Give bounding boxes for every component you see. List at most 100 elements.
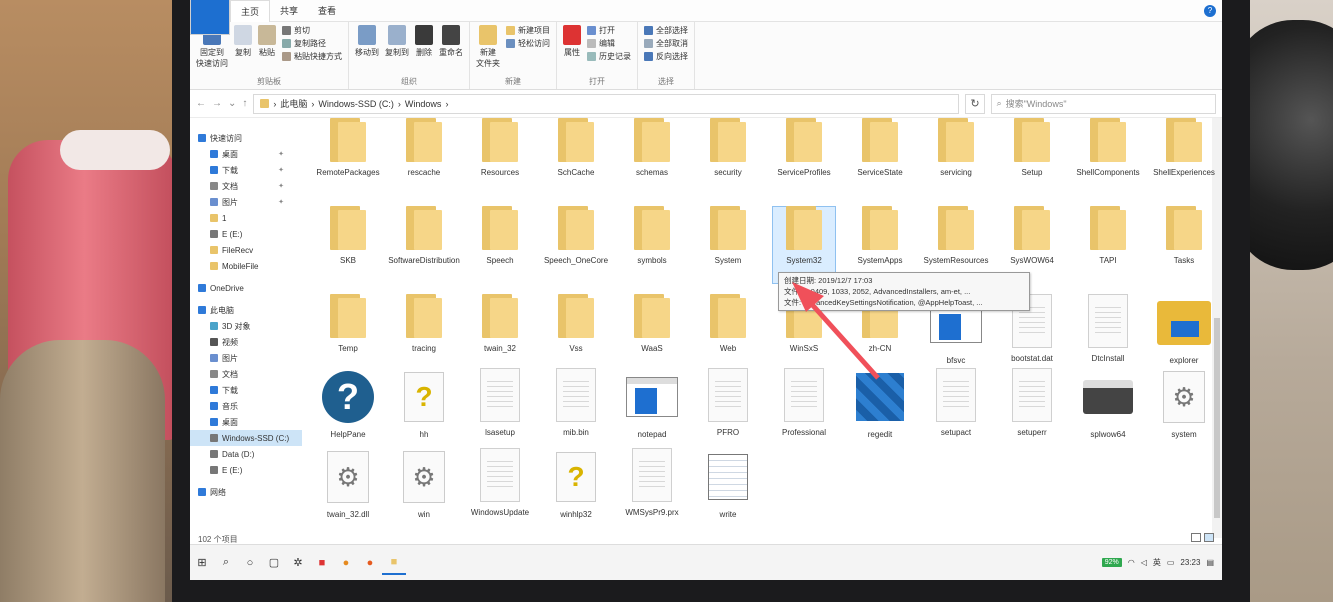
sidebar-item[interactable]: 1 [190, 210, 302, 226]
folder-item[interactable]: schemas [614, 118, 690, 178]
folder-item[interactable]: tracing [386, 294, 462, 354]
tab-view[interactable]: 查看 [308, 0, 346, 21]
notification-icon[interactable]: ▤ [1206, 558, 1214, 567]
sidebar-item[interactable]: Data (D:) [190, 446, 302, 462]
sidebar-item[interactable]: 文档 ✦ [190, 178, 302, 194]
folder-item[interactable]: Web [690, 294, 766, 354]
sidebar-item[interactable]: 图片 [190, 350, 302, 366]
folder-item[interactable]: SchCache [538, 118, 614, 178]
folder-item[interactable]: SystemApps [842, 206, 918, 266]
refresh-icon[interactable]: ↻ [965, 93, 985, 114]
file-item[interactable]: mib.bin [538, 368, 614, 438]
ime-indicator[interactable]: 英 [1153, 557, 1161, 568]
task-view-icon[interactable]: ○ [238, 551, 262, 575]
browser-icon[interactable]: ● [334, 551, 358, 575]
file-item[interactable]: regedit [842, 368, 918, 440]
folder-item[interactable]: Resources [462, 118, 538, 178]
folder-item[interactable]: ServiceState [842, 118, 918, 178]
file-item[interactable]: ? HelpPane [310, 368, 386, 440]
folder-item[interactable]: Vss [538, 294, 614, 354]
folder-item[interactable]: servicing [918, 118, 994, 178]
sidebar-item[interactable]: 文档 [190, 366, 302, 382]
settings-icon[interactable]: ✲ [286, 551, 310, 575]
copy-path-button[interactable]: 复制路径 [282, 38, 342, 49]
properties-button[interactable]: 属性 [563, 25, 581, 62]
folder-item[interactable]: Tasks [1146, 206, 1222, 266]
cut-button[interactable]: 剪切 [282, 25, 342, 36]
sidebar-item[interactable]: 桌面 [190, 414, 302, 430]
folder-item[interactable]: RemotePackages [310, 118, 386, 178]
open-button[interactable]: 打开 [587, 25, 631, 36]
copy-to-button[interactable]: 复制到 [385, 25, 409, 58]
folder-item[interactable]: WaaS [614, 294, 690, 354]
select-all-button[interactable]: 全部选择 [644, 25, 688, 36]
file-item[interactable]: explorer [1146, 294, 1222, 366]
tab-home[interactable]: 主页 [230, 0, 271, 22]
sidebar-item[interactable]: 视频 [190, 334, 302, 350]
breadcrumb-windows[interactable]: Windows [405, 99, 442, 109]
file-item[interactable]: setuperr [994, 368, 1070, 438]
move-to-button[interactable]: 移动到 [355, 25, 379, 58]
sidebar-item[interactable]: E (E:) [190, 462, 302, 478]
firefox-icon[interactable]: ● [358, 551, 382, 575]
folder-item[interactable]: SysWOW64 [994, 206, 1070, 266]
forward-icon[interactable]: → [212, 98, 222, 109]
paste-shortcut-button[interactable]: 粘贴快捷方式 [282, 51, 342, 62]
large-icons-view-icon[interactable] [1204, 533, 1214, 542]
tab-share[interactable]: 共享 [270, 0, 308, 21]
search-icon[interactable]: ⌕ [214, 551, 238, 575]
file-item[interactable]: DtcInstall [1070, 294, 1146, 364]
file-item[interactable]: WindowsUpdate [462, 448, 538, 518]
start-icon[interactable]: ⊞ [190, 551, 214, 575]
folder-item[interactable]: symbols [614, 206, 690, 266]
clock[interactable]: 23:23 [1180, 558, 1200, 567]
file-item[interactable]: ? hh [386, 368, 462, 440]
tab-file[interactable]: 文件 [190, 0, 230, 35]
folder-item[interactable]: SKB [310, 206, 386, 266]
file-item[interactable]: splwow64 [1070, 368, 1146, 440]
file-item[interactable]: notepad [614, 368, 690, 440]
sidebar-item[interactable]: 网络 [190, 484, 302, 500]
file-explorer-icon[interactable]: ■ [382, 551, 406, 575]
store-icon[interactable]: ▢ [262, 551, 286, 575]
invert-selection-button[interactable]: 反向选择 [644, 51, 688, 62]
folder-item[interactable]: Setup [994, 118, 1070, 178]
file-item[interactable]: Professional [766, 368, 842, 438]
delete-button[interactable]: 删除 [415, 25, 433, 58]
sidebar-item[interactable]: MobileFile [190, 258, 302, 274]
keyboard-icon[interactable]: ▭ [1167, 558, 1175, 567]
new-item-button[interactable]: 新建项目 [506, 25, 550, 36]
sidebar-item[interactable]: 音乐 [190, 398, 302, 414]
folder-item[interactable]: rescache [386, 118, 462, 178]
file-item[interactable]: ⚙ system [1146, 368, 1222, 440]
edit-button[interactable]: 编辑 [587, 38, 631, 49]
folder-item[interactable]: twain_32 [462, 294, 538, 354]
sidebar-item[interactable]: Windows-SSD (C:) [190, 430, 302, 446]
office-icon[interactable]: ■ [310, 551, 334, 575]
sidebar-item[interactable]: 此电脑 [190, 302, 302, 318]
folder-item[interactable]: System [690, 206, 766, 266]
folder-item[interactable]: SystemResources [918, 206, 994, 266]
paste-button[interactable]: 粘贴 [258, 25, 276, 69]
copy-button[interactable]: 复制 [234, 25, 252, 69]
breadcrumb[interactable]: › 此电脑 › Windows-SSD (C:) › Windows › [253, 93, 960, 114]
file-item[interactable]: setupact [918, 368, 994, 438]
sidebar-item[interactable]: OneDrive [190, 280, 302, 296]
folder-item[interactable]: ShellComponents [1070, 118, 1146, 178]
folder-item[interactable]: Speech_OneCore [538, 206, 614, 266]
file-item[interactable]: ? winhlp32 [538, 448, 614, 520]
file-item[interactable]: lsasetup [462, 368, 538, 438]
rename-button[interactable]: 重命名 [439, 25, 463, 58]
folder-item[interactable]: security [690, 118, 766, 178]
recent-dropdown-icon[interactable]: ⌄ [228, 98, 236, 109]
folder-item[interactable]: SoftwareDistribution [386, 206, 462, 266]
breadcrumb-drive[interactable]: Windows-SSD (C:) [318, 99, 394, 109]
help-icon[interactable]: ? [1204, 4, 1216, 17]
folder-item[interactable]: ShellExperiences [1146, 118, 1222, 178]
volume-icon[interactable]: ◁ [1141, 558, 1147, 567]
sidebar-item[interactable]: 下载 ✦ [190, 162, 302, 178]
search-input[interactable]: ⌕ 搜索"Windows" [990, 93, 1216, 114]
sidebar-item[interactable]: 3D 对象 [190, 318, 302, 334]
sidebar-item[interactable]: 图片 ✦ [190, 194, 302, 210]
file-item[interactable]: write [690, 448, 766, 520]
